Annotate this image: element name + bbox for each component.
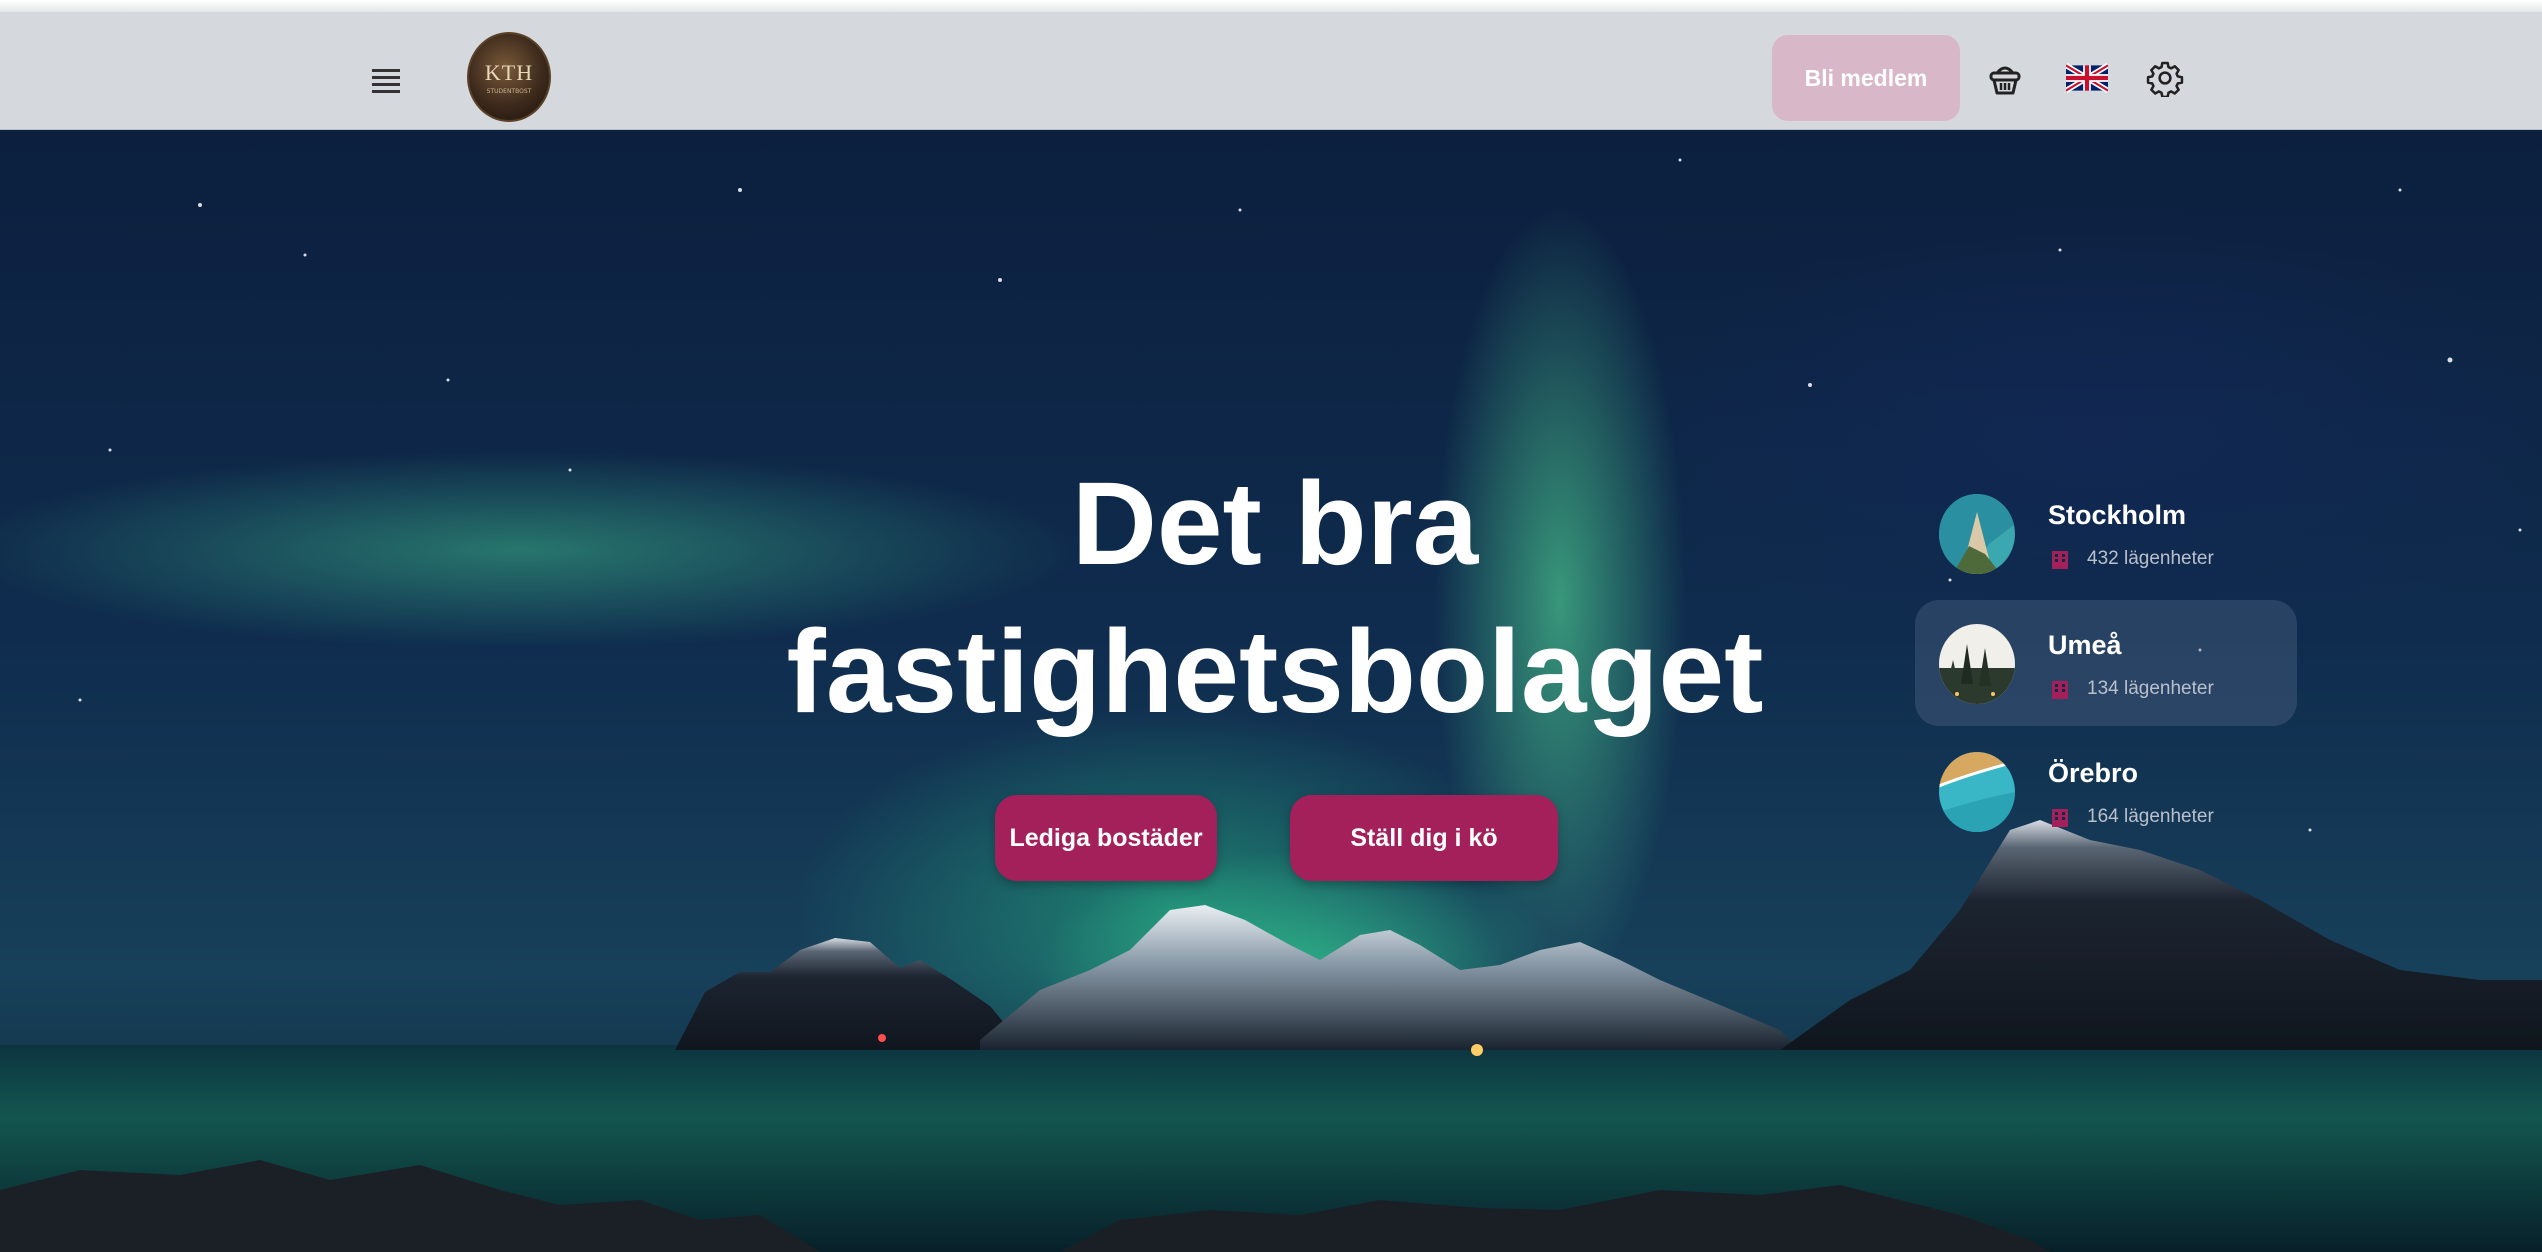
hero-section: Det bra fastighetsbolaget Lediga bostäde…	[0, 130, 2542, 1252]
uk-flag-icon[interactable]	[2066, 60, 2108, 96]
city-card-orebro[interactable]: Örebro 164 lägenheter	[1915, 728, 2297, 854]
logo-subtext: STUDENTBOST	[486, 87, 532, 95]
building-icon	[2049, 806, 2071, 828]
bli-medlem-button[interactable]: Bli medlem	[1772, 35, 1960, 121]
lediga-bostader-button[interactable]: Lediga bostäder	[995, 795, 1217, 881]
logo-text: KTH	[484, 59, 534, 85]
hamburger-menu-icon[interactable]	[368, 62, 404, 98]
hero-title: Det bra fastighetsbolaget	[786, 458, 1764, 738]
logo[interactable]: KTH STUDENTBOST	[467, 32, 551, 122]
apartment-count: 432 lägenheter	[2087, 548, 2214, 569]
city-thumbnail	[1939, 494, 2015, 574]
city-thumbnail	[1939, 624, 2015, 704]
stall-dig-i-ko-button[interactable]: Ställ dig i kö	[1290, 795, 1558, 881]
apartment-count: 134 lägenheter	[2087, 678, 2214, 699]
city-name: Umeå	[2048, 630, 2122, 660]
city-name: Stockholm	[2048, 500, 2187, 530]
apartment-count: 164 lägenheter	[2087, 806, 2214, 827]
city-name: Örebro	[2048, 758, 2139, 788]
city-card-stockholm[interactable]: Stockholm 432 lägenheter	[1915, 470, 2297, 596]
basket-icon[interactable]	[1985, 59, 2025, 99]
building-icon	[2049, 548, 2071, 570]
city-thumbnail	[1939, 752, 2015, 832]
site-header: KTH STUDENTBOST Bli medlem	[0, 12, 2542, 130]
gear-icon[interactable]	[2146, 59, 2184, 99]
building-icon	[2049, 678, 2071, 700]
city-card-umea[interactable]: Umeå 134 lägenheter	[1915, 600, 2297, 726]
